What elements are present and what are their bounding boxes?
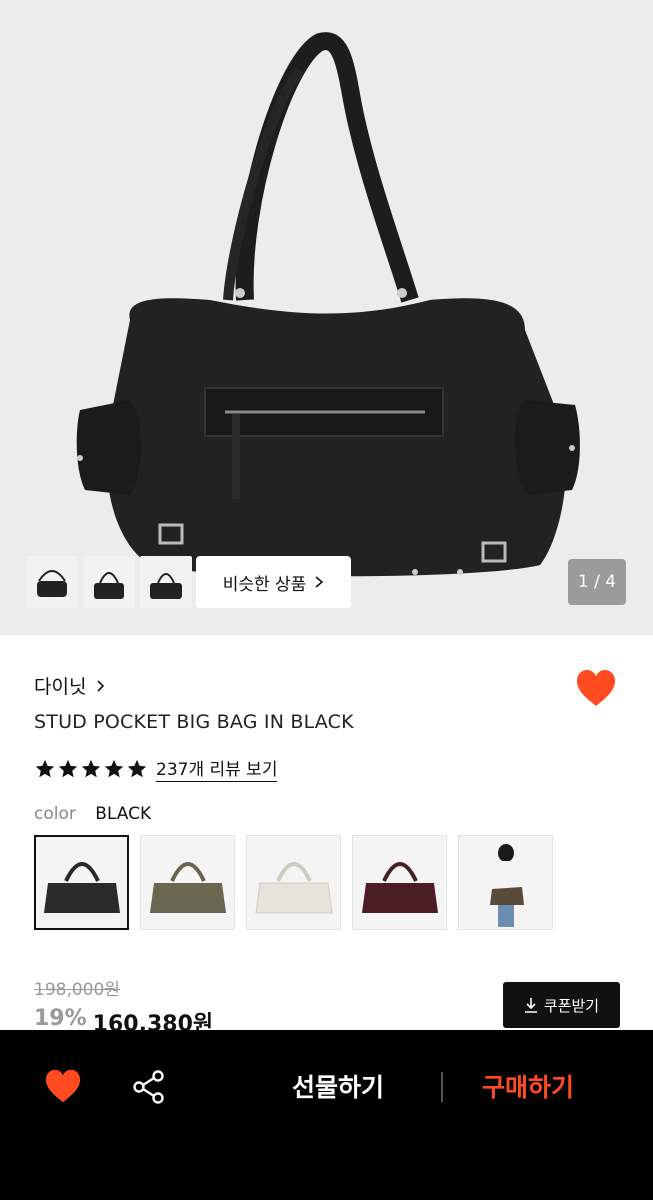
bag-thumbnail-icon [150, 573, 182, 599]
thumbnail-1[interactable] [26, 556, 78, 608]
bag-swatch-image [361, 861, 438, 913]
color-swatches [34, 835, 553, 930]
thumbnail-strip [26, 556, 192, 608]
bag-thumbnail-icon [37, 570, 67, 597]
review-link[interactable]: 237개 리뷰 보기 [156, 755, 278, 782]
product-gallery[interactable]: 비슷한 상품 1 / 4 [0, 0, 653, 635]
bottom-action-bar [0, 1030, 653, 1200]
chevron-right-icon [97, 679, 105, 692]
model-swatch-image [489, 843, 524, 927]
product-image[interactable] [0, 0, 653, 635]
original-price: 198,000원 [34, 980, 120, 1000]
brand-name: 다이닛 [34, 676, 87, 698]
thumbnail-3[interactable] [140, 556, 192, 608]
thumbnail-2[interactable] [83, 556, 135, 608]
product-title: STUD POCKET BIG BAG IN BLACK [34, 711, 354, 733]
swatch-ivory[interactable] [246, 835, 341, 930]
rating-row: 237개 리뷰 보기 [34, 755, 278, 782]
page-counter: 1 / 4 [568, 559, 626, 605]
discount-rate: 19% [34, 1006, 87, 1030]
bottom-divider [441, 1072, 443, 1102]
download-icon [524, 998, 537, 1013]
swatch-burgundy[interactable] [352, 835, 447, 930]
buy-button[interactable]: 구매하기 [482, 1068, 574, 1104]
sale-price: 160,380원 [92, 1012, 214, 1030]
star-icon [58, 759, 78, 777]
swatch-model[interactable] [458, 835, 553, 930]
rating-stars [34, 758, 148, 780]
price-row: 19% 160,380원 [34, 1006, 213, 1030]
gift-button[interactable]: 선물하기 [292, 1068, 384, 1104]
share-icon[interactable] [131, 1069, 167, 1105]
coupon-label: 쿠폰받기 [543, 996, 600, 1015]
star-icon [104, 759, 124, 777]
swatch-olive[interactable] [140, 835, 235, 930]
color-row: color BLACK [34, 804, 151, 824]
star-icon [81, 759, 101, 777]
swatch-black[interactable] [34, 835, 129, 930]
bag-swatch-image [254, 861, 333, 913]
chevron-right-icon [315, 576, 324, 588]
wishlist-heart-icon[interactable] [575, 668, 617, 708]
coupon-button[interactable]: 쿠폰받기 [503, 982, 620, 1028]
similar-products-button[interactable]: 비슷한 상품 [196, 556, 351, 608]
similar-products-label: 비슷한 상품 [222, 574, 307, 595]
bag-swatch-image [149, 861, 226, 913]
star-icon [35, 759, 55, 777]
color-value: BLACK [95, 804, 152, 824]
bag-thumbnail-icon [94, 572, 124, 599]
star-icon [127, 759, 147, 777]
bag-swatch-image [43, 861, 120, 913]
brand-link[interactable]: 다이닛 [34, 672, 105, 699]
color-label: color [34, 804, 76, 824]
wishlist-heart-icon[interactable] [44, 1068, 82, 1104]
